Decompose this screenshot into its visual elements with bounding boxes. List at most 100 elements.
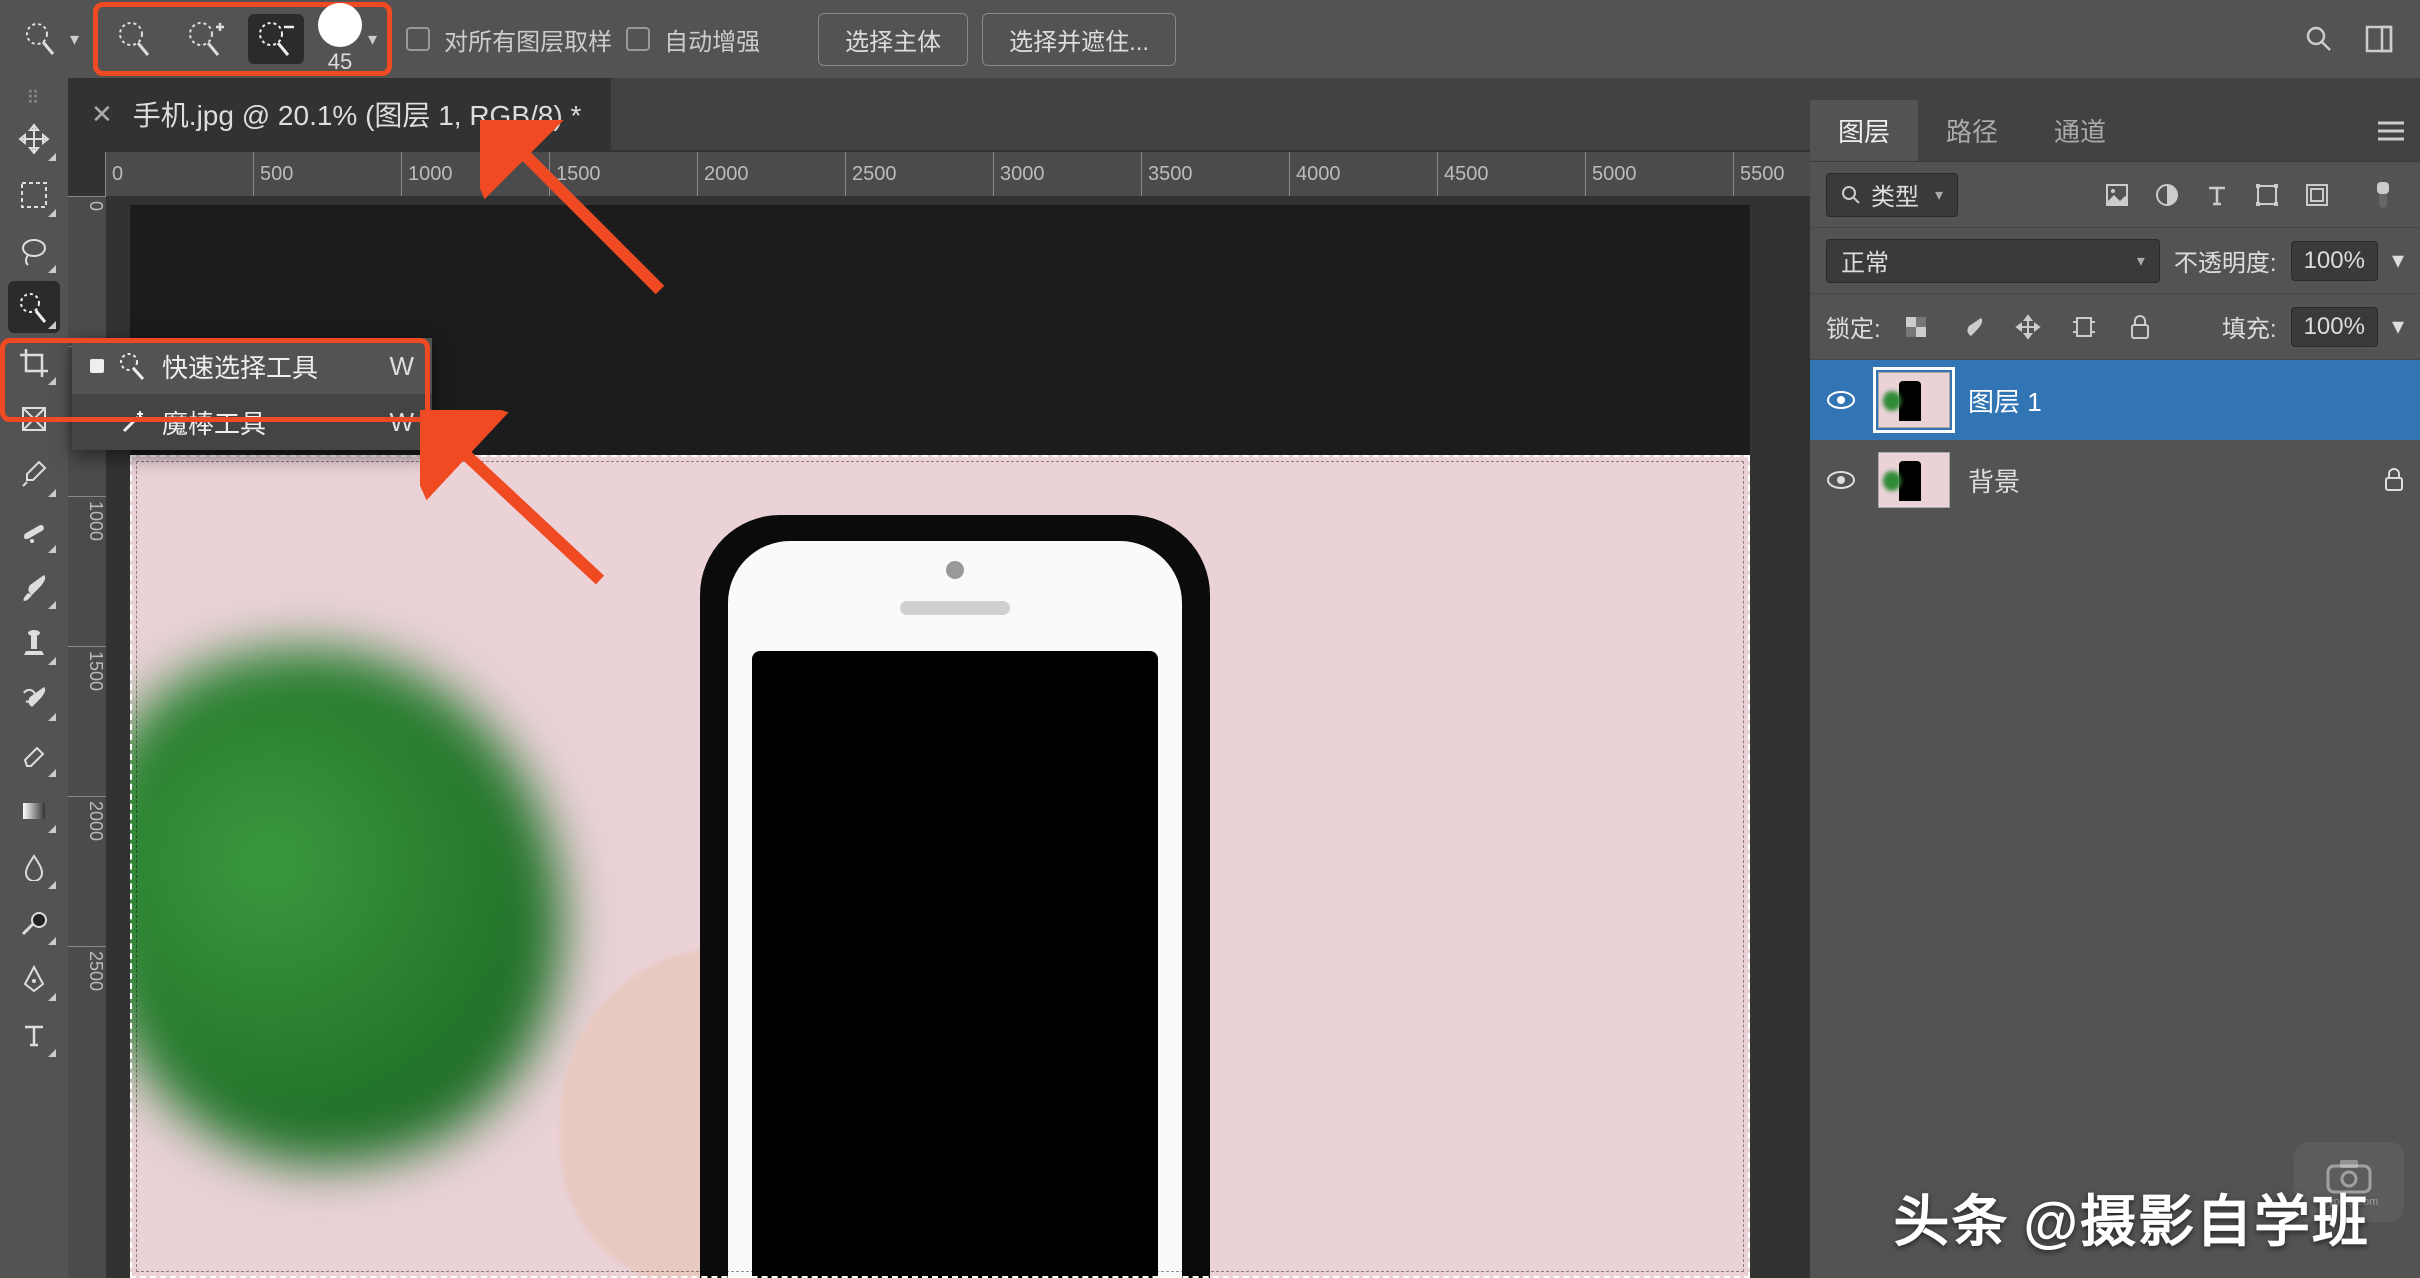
fill-label: 填充: [2222, 309, 2277, 344]
flyout-item-label: 魔棒工具 [162, 404, 266, 441]
flyout-item-magic-wand[interactable]: 魔棒工具 W [72, 394, 432, 450]
auto-enhance-checkbox[interactable] [626, 27, 650, 51]
brush-preview[interactable]: 45 [318, 3, 362, 75]
blend-mode-value: 正常 [1841, 243, 1889, 278]
type-tool[interactable] [8, 1009, 60, 1061]
healing-brush-tool[interactable] [8, 505, 60, 557]
filter-shape-icon[interactable] [2246, 174, 2288, 216]
lock-artboard-icon[interactable] [2063, 306, 2105, 348]
brush-tool[interactable] [8, 561, 60, 613]
lock-fill-row: 锁定: 填充: 100% ▾ [1810, 294, 2420, 360]
lock-image-icon[interactable] [1951, 306, 1993, 348]
frame-tool[interactable] [8, 393, 60, 445]
workspace-frame-icon[interactable] [2362, 22, 2396, 56]
search-icon[interactable] [2302, 22, 2336, 56]
filter-adjust-icon[interactable] [2146, 174, 2188, 216]
eraser-tool[interactable] [8, 729, 60, 781]
marquee-tool[interactable] [8, 169, 60, 221]
pen-tool[interactable] [8, 953, 60, 1005]
image-content [130, 455, 1750, 1278]
gradient-tool[interactable] [8, 785, 60, 837]
layer-row[interactable]: 图层 1 [1810, 360, 2420, 440]
sample-all-layers-label: 对所有图层取样 [444, 22, 612, 57]
clone-stamp-tool[interactable] [8, 617, 60, 669]
crop-tool[interactable] [8, 337, 60, 389]
select-subject-button[interactable]: 选择主体 [818, 13, 968, 66]
quick-selection-tool[interactable] [8, 281, 60, 333]
lasso-tool[interactable] [8, 225, 60, 277]
layer-filter-row: 类型 ▾ [1810, 162, 2420, 228]
annotation-arrow-2 [420, 410, 620, 610]
tool-preset-chevron-icon[interactable]: ▾ [70, 29, 79, 50]
panel-menu-icon[interactable] [2378, 121, 2404, 141]
chevron-down-icon[interactable]: ▾ [2392, 312, 2404, 341]
panel-tabs: 图层 路径 通道 [1810, 100, 2420, 162]
filter-type-icon[interactable] [2196, 174, 2238, 216]
flyout-item-quick-select[interactable]: 快速选择工具 W [72, 338, 432, 394]
watermark-prefix: 头条 [1893, 1177, 2009, 1258]
flyout-item-label: 快速选择工具 [162, 348, 318, 385]
add-to-selection-button[interactable] [178, 14, 234, 64]
layer-row[interactable]: 背景 [1810, 440, 2420, 520]
layer-thumbnail[interactable] [1878, 452, 1950, 508]
tools-panel: ⠿ [0, 78, 68, 1278]
dodge-tool[interactable] [8, 897, 60, 949]
annotation-highlight-modes: 45 ▾ [93, 2, 392, 76]
chevron-down-icon: ▾ [2137, 251, 2145, 271]
annotation-arrow-1 [480, 120, 680, 320]
chevron-down-icon: ▾ [1935, 185, 1943, 205]
move-tool[interactable] [8, 113, 60, 165]
watermark-text: 头条 @摄影自学班 [1893, 1177, 2370, 1258]
select-and-mask-button[interactable]: 选择并遮住... [982, 13, 1176, 66]
selection-marquee [130, 455, 1750, 1278]
lock-all-icon[interactable] [2119, 306, 2161, 348]
fill-input[interactable]: 100% [2291, 307, 2378, 347]
new-selection-button[interactable] [108, 14, 164, 64]
lock-icon [2384, 468, 2404, 492]
brush-picker-chevron-icon[interactable]: ▾ [368, 29, 377, 50]
tab-paths[interactable]: 路径 [1918, 100, 2026, 161]
lock-label: 锁定: [1826, 309, 1881, 344]
blend-mode-dropdown[interactable]: 正常 ▾ [1826, 239, 2160, 283]
current-tool-icon [20, 17, 64, 61]
lock-position-icon[interactable] [2007, 306, 2049, 348]
brush-size-value: 45 [328, 49, 352, 75]
filter-type-label: 类型 [1871, 177, 1919, 212]
sample-all-layers-checkbox[interactable] [406, 27, 430, 51]
layer-name: 背景 [1968, 462, 2020, 499]
eyedropper-tool[interactable] [8, 449, 60, 501]
layers-list: 图层 1 背景 [1810, 360, 2420, 520]
auto-enhance-label: 自动增强 [664, 22, 760, 57]
watermark-main: @摄影自学班 [2023, 1177, 2370, 1258]
opacity-value: 100% [2304, 247, 2365, 275]
tool-flyout-menu: 快速选择工具 W 魔棒工具 W [72, 338, 432, 450]
tab-layers[interactable]: 图层 [1810, 100, 1918, 161]
blur-tool[interactable] [8, 841, 60, 893]
filter-pixel-icon[interactable] [2096, 174, 2138, 216]
filter-toggle-switch[interactable] [2362, 174, 2404, 216]
filter-type-dropdown[interactable]: 类型 ▾ [1826, 173, 1958, 217]
visibility-toggle[interactable] [1826, 389, 1860, 411]
opacity-input[interactable]: 100% [2291, 241, 2378, 281]
history-brush-tool[interactable] [8, 673, 60, 725]
ruler-horizontal[interactable]: 0500100015002000250030003500400045005000… [105, 152, 1810, 196]
options-bar: ▾ 45 ▾ 对所有图层取样 自动增强 选择主体 选择并遮住... [0, 0, 2420, 78]
layer-thumbnail[interactable] [1878, 372, 1950, 428]
visibility-toggle[interactable] [1826, 469, 1860, 491]
blend-opacity-row: 正常 ▾ 不透明度: 100% ▾ [1810, 228, 2420, 294]
chevron-down-icon[interactable]: ▾ [2392, 246, 2404, 275]
filter-smart-icon[interactable] [2296, 174, 2338, 216]
close-tab-icon[interactable]: ✕ [91, 99, 113, 130]
toolbar-grip-icon[interactable]: ⠿ [26, 88, 41, 109]
flyout-item-shortcut: W [389, 407, 414, 438]
fill-value: 100% [2304, 313, 2365, 341]
layer-name: 图层 1 [1968, 382, 2042, 419]
lock-transparent-icon[interactable] [1895, 306, 1937, 348]
flyout-item-shortcut: W [389, 351, 414, 382]
tab-channels[interactable]: 通道 [2026, 100, 2134, 161]
brush-dot-icon [318, 3, 362, 47]
subtract-from-selection-button[interactable] [248, 14, 304, 64]
layers-panel: 图层 路径 通道 类型 ▾ 正常 ▾ 不透明度: 100% ▾ 锁定: [1810, 100, 2420, 1278]
search-small-icon [1841, 185, 1861, 205]
opacity-label: 不透明度: [2174, 243, 2277, 278]
